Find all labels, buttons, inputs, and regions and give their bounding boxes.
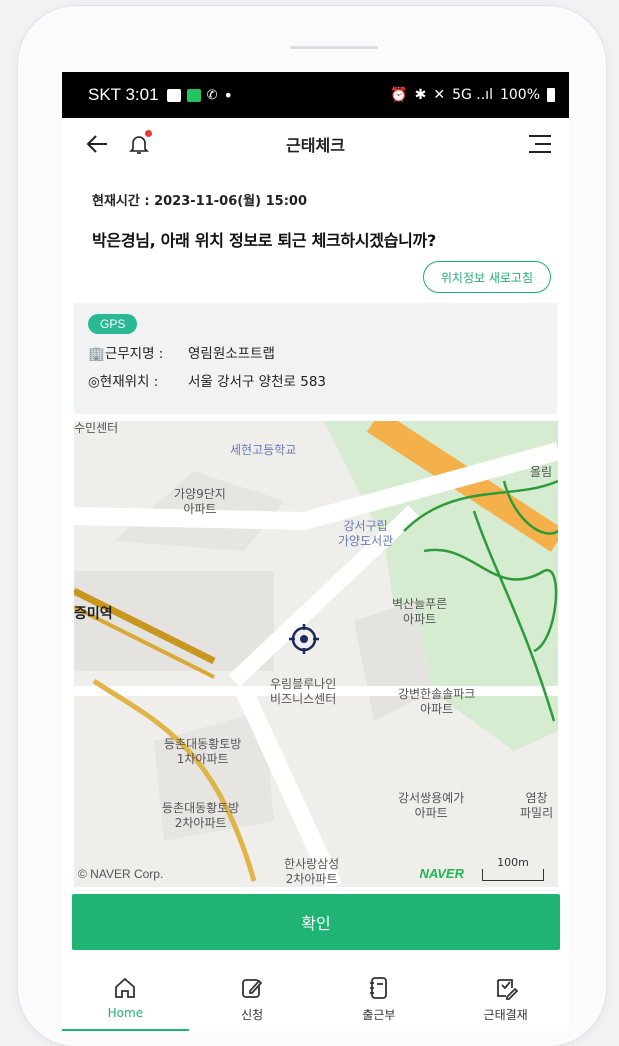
confirm-button[interactable]: 확인 <box>72 894 560 950</box>
app-bar: 근태체크 <box>62 118 569 170</box>
current-location-label: 현재위치 : <box>99 374 159 390</box>
map-poi: 수민센터 <box>74 421 119 435</box>
workplace-row: 🏢근무지명 : 영림원소프트랩 <box>88 342 543 362</box>
approval-icon <box>496 979 518 1000</box>
alarm-icon: ⏰ <box>390 87 408 103</box>
map-poi: 등촌대동황토방 2차아파트 <box>162 801 240 830</box>
speaker-slot <box>290 46 378 49</box>
gps-badge: GPS <box>88 314 138 334</box>
menu-button[interactable] <box>525 129 555 159</box>
building-icon: 🏢 <box>88 346 105 362</box>
home-icon <box>115 977 136 998</box>
map-scale: 100m <box>482 857 544 881</box>
current-location-row: ◎현재위치 : 서울 강서구 양천로 583 <box>88 370 543 390</box>
map-view[interactable]: 수민센터 세현고등학교 가양9단지 아파트 강서구립 가양도서관 벽산늘푸른 아… <box>74 421 558 887</box>
naver-logo: NAVER <box>419 866 464 881</box>
nav-attendance-book[interactable]: 출근부 <box>316 962 443 1031</box>
map-poi: 증미역 <box>74 606 113 622</box>
nav-label: 출근부 <box>362 1008 396 1022</box>
status-time: SKT 3:01 <box>88 85 159 104</box>
app-screen: SKT 3:01 ✆ • ⏰ ✱ ✕ 5G ..ıl 100% 근태체크 현재시… <box>62 72 569 1031</box>
refresh-location-button[interactable]: 위치정보 새로고침 <box>422 261 551 293</box>
current-location-value: 서울 강서구 양천로 583 <box>188 374 327 390</box>
status-dot: • <box>223 85 233 105</box>
map-poi: 한사랑삼성 2차아파트 <box>284 857 340 886</box>
map-scale-label: 100m <box>497 856 529 869</box>
workplace-label: 근무지명 : <box>104 346 164 362</box>
map-poi: 세현고등학교 <box>230 443 297 457</box>
battery-text: 100% <box>499 87 540 103</box>
back-button[interactable] <box>82 129 112 159</box>
call-icon: ✆ <box>206 87 218 103</box>
notebook-icon <box>369 977 387 999</box>
location-panel: GPS 🏢근무지명 : 영림원소프트랩 ◎현재위치 : 서울 강서구 양천로 5… <box>74 303 557 414</box>
map-attribution: © NAVER Corp. <box>78 867 164 881</box>
edit-icon <box>242 979 263 998</box>
gallery-icon <box>166 88 181 102</box>
checkout-question: 박은경님, 아래 위치 정보로 퇴근 체크하시겠습니까? <box>92 231 436 250</box>
current-time: 현재시간 : 2023-11-06(월) 15:00 <box>92 194 307 209</box>
status-bar: SKT 3:01 ✆ • ⏰ ✱ ✕ 5G ..ıl 100% <box>62 72 569 118</box>
map-poi: 올림 <box>530 465 553 479</box>
workplace-value: 영림원소프트랩 <box>188 346 275 362</box>
arrow-left-icon <box>86 135 107 153</box>
map-poi: 강서쌍용예가 아파트 <box>398 791 465 820</box>
map-poi: 우림블루나인 비즈니스센터 <box>270 677 337 706</box>
nav-request[interactable]: 신청 <box>189 962 316 1031</box>
nav-label: 신청 <box>241 1008 264 1022</box>
target-icon: ◎ <box>88 374 100 390</box>
map-poi: 강변한솔솔파크 아파트 <box>398 687 476 716</box>
check-app-icon <box>186 88 201 102</box>
hamburger-menu-icon <box>529 135 551 153</box>
notification-badge <box>145 130 152 137</box>
map-base <box>74 421 558 887</box>
map-poi: 염창 파밀리 <box>520 791 554 820</box>
map-poi: 등촌대동황토방 1차아파트 <box>164 737 242 766</box>
bottom-nav: Home 신청 출근부 근태결재 <box>62 962 569 1031</box>
map-poi: 강서구립 가양도서관 <box>338 519 394 548</box>
bluetooth-icon: ✱ <box>414 87 427 103</box>
signal-icon: 5G ..ıl <box>452 87 493 103</box>
map-poi: 가양9단지 아파트 <box>174 487 226 516</box>
nav-label: Home <box>107 1006 144 1020</box>
check-info: 현재시간 : 2023-11-06(월) 15:00 박은경님, 아래 위치 정… <box>62 170 569 251</box>
map-poi: 벽산늘푸른 아파트 <box>392 597 448 626</box>
nav-approval[interactable]: 근태결재 <box>442 962 569 1031</box>
notification-button[interactable] <box>124 129 154 159</box>
mute-icon: ✕ <box>433 87 446 103</box>
nav-home[interactable]: Home <box>62 962 189 1031</box>
battery-icon <box>547 88 555 102</box>
nav-label: 근태결재 <box>483 1008 528 1022</box>
